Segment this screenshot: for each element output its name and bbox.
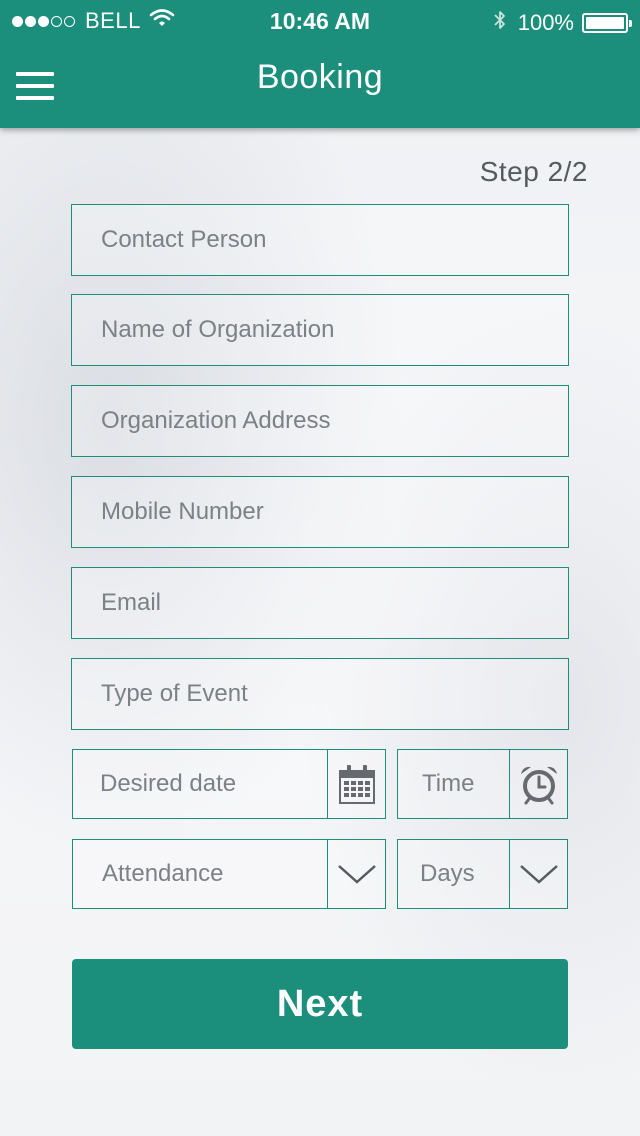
time-field[interactable]: Time bbox=[397, 749, 568, 819]
chevron-down-icon[interactable] bbox=[509, 840, 567, 908]
calendar-icon[interactable] bbox=[327, 750, 385, 818]
page-title: Booking bbox=[256, 58, 384, 96]
time-placeholder: Time bbox=[422, 770, 475, 797]
chevron-down-icon[interactable] bbox=[327, 840, 385, 908]
days-select[interactable]: Days bbox=[397, 839, 568, 909]
email-placeholder: Email bbox=[101, 589, 162, 616]
desired-date-placeholder: Desired date bbox=[100, 770, 237, 797]
status-right: 100% bbox=[492, 8, 632, 38]
days-placeholder: Days bbox=[420, 860, 475, 887]
step-indicator: Step 2/2 bbox=[479, 156, 588, 187]
organization-name-placeholder: Name of Organization bbox=[101, 316, 335, 343]
alarm-clock-icon[interactable] bbox=[509, 750, 567, 818]
mobile-number-field[interactable]: Mobile Number bbox=[71, 476, 569, 548]
top-bar: BELL 10:46 AM 100% Booking bbox=[0, 0, 640, 128]
bluetooth-icon bbox=[492, 8, 508, 38]
desired-date-field[interactable]: Desired date bbox=[72, 749, 386, 819]
organization-address-placeholder: Organization Address bbox=[101, 407, 331, 434]
email-field[interactable]: Email bbox=[71, 567, 569, 639]
attendance-placeholder: Attendance bbox=[102, 860, 224, 887]
contact-person-placeholder: Contact Person bbox=[101, 226, 267, 253]
attendance-select[interactable]: Attendance bbox=[72, 839, 386, 909]
battery-icon bbox=[582, 13, 632, 33]
next-button[interactable]: Next bbox=[72, 959, 568, 1049]
mobile-number-placeholder: Mobile Number bbox=[101, 498, 264, 525]
contact-person-field[interactable]: Contact Person bbox=[71, 204, 569, 276]
event-type-placeholder: Type of Event bbox=[101, 680, 248, 707]
event-type-field[interactable]: Type of Event bbox=[71, 658, 569, 730]
battery-percent: 100% bbox=[517, 10, 574, 35]
organization-address-field[interactable]: Organization Address bbox=[71, 385, 569, 457]
status-bar: BELL 10:46 AM 100% bbox=[0, 0, 640, 40]
organization-name-field[interactable]: Name of Organization bbox=[71, 294, 569, 366]
